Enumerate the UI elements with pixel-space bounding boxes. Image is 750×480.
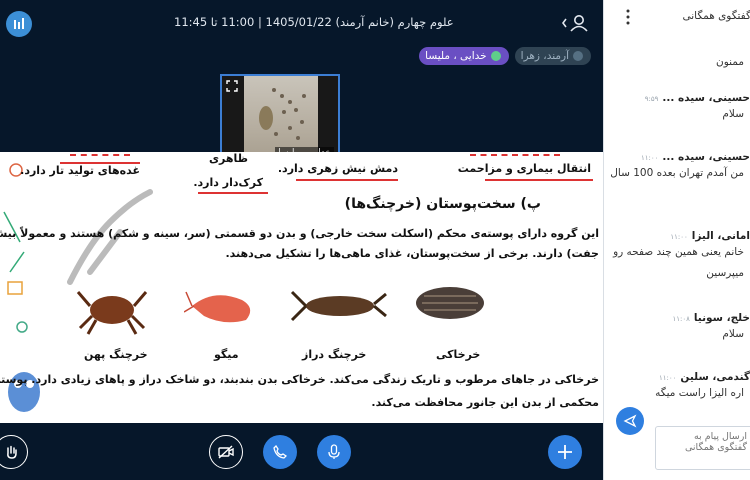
slide-paragraph: جفت) دارند. برخی از سخت‌پوستان، غذای ماه… — [225, 247, 600, 260]
chat-panel: گفتگوی همگانی ممنون حسینی، سیده ...۹:۵۹ … — [603, 0, 750, 480]
animal-caption: خرچنگ دراز — [302, 348, 367, 361]
avatar — [617, 371, 627, 381]
crab-image — [76, 291, 148, 335]
message-time: ۱۱:۰۰ — [670, 233, 688, 241]
message-text: اره الیزا راست میگه — [655, 387, 744, 399]
microphone-button[interactable] — [317, 435, 351, 469]
slide-paragraph: خرخاکی در جاهای مرطوب و تاریک زندگی می‌ک… — [0, 373, 599, 386]
message-text: ممنون — [716, 56, 744, 68]
annotation-underline — [198, 192, 268, 194]
participant-name: خدایی ، ملیسا — [425, 50, 487, 62]
app-menu-button[interactable] — [6, 11, 32, 37]
woodlouse-image — [416, 287, 484, 319]
message-time: ۱۱:۰۰ — [659, 374, 677, 382]
slide-paragraph: محکمی از بدن این جانور محافظت می‌کند. — [371, 396, 599, 409]
chat-message: ممنون — [603, 52, 750, 73]
animal-caption: خرچنگ پهن — [84, 348, 148, 361]
participant-pill-talking[interactable]: خدایی ، ملیسا — [419, 47, 509, 65]
avatar — [617, 151, 627, 161]
participant-pill-muted[interactable]: آرمند، زهرا — [514, 47, 591, 65]
talking-indicators: خدایی ، ملیسا آرمند، زهرا — [419, 47, 591, 65]
message-text: سلام — [722, 108, 744, 120]
sender-name: حسینی، سیده ... — [662, 92, 750, 104]
message-time: ۹:۵۹ — [644, 95, 659, 103]
crayfish-image — [290, 290, 387, 322]
message-time: ۱۱:۰۸ — [672, 315, 690, 323]
phone-icon — [273, 445, 287, 459]
sender-name: امانی، الیزا — [691, 230, 750, 242]
slide-item: ظاهری — [208, 152, 248, 165]
camera-off-icon — [218, 445, 234, 459]
message-time: ۱۱:۰۰ — [641, 154, 659, 162]
sender-name: خلج، سونیا — [693, 312, 750, 324]
message-text: من آمدم تهران بعده 100 سال — [610, 167, 744, 179]
slide-heading: پ) سخت‌پوستان (خرچنگ‌ها) — [344, 196, 541, 212]
annotation-underline — [296, 179, 398, 181]
conference-main: علوم چهارم (خانم آرمند) 1405/01/22 | 11:… — [0, 0, 603, 480]
slide-item: انتقال بیماری و مزاحمت — [457, 162, 591, 175]
slide-divider — [470, 154, 560, 156]
sender-name: حسینی، سیده ... — [662, 151, 750, 163]
meeting-title: علوم چهارم (خانم آرمند) 1405/01/22 | 11:… — [174, 15, 454, 29]
chat-message: خلج، سونیا۱۱:۰۸ سلام — [603, 312, 750, 345]
app-root: علوم چهارم (خانم آرمند) 1405/01/22 | 11:… — [0, 0, 750, 480]
annotation-underline — [60, 162, 140, 164]
plus-icon — [558, 445, 572, 459]
expand-icon[interactable] — [226, 80, 238, 92]
chat-message: امانی، الیزا۱۱:۰۰ خانم یعنی همین چند صفح… — [603, 230, 750, 284]
shrimp-image — [184, 291, 251, 323]
animal-caption: میگو — [214, 348, 239, 361]
message-text: خانم یعنی همین چند صفحه رو میپرسین — [613, 246, 744, 279]
audio-phone-button[interactable] — [263, 435, 297, 469]
raise-hand-button[interactable] — [0, 435, 28, 469]
bars-icon — [14, 18, 24, 29]
message-text: سلام — [722, 328, 744, 340]
chat-message: حسینی، سیده ...۹:۵۹ سلام — [603, 92, 750, 125]
top-bar: علوم چهارم (خانم آرمند) 1405/01/22 | 11:… — [0, 0, 603, 46]
avatar — [617, 312, 627, 322]
slide-item: کرک‌دار دارد. — [193, 176, 263, 189]
mic-off-icon — [573, 51, 583, 61]
chat-header: گفتگوی همگانی — [604, 0, 750, 36]
slide-item: غده‌های تولید تار دارد. — [20, 164, 140, 177]
avatar — [617, 92, 627, 102]
control-bar — [0, 423, 603, 480]
user-list-toggle-icon[interactable] — [562, 13, 590, 33]
camera-toggle-button[interactable] — [209, 435, 243, 469]
hand-icon — [7, 445, 17, 459]
send-icon — [623, 414, 637, 428]
webcam-thumbnail[interactable]: خدایی ، ملیسا — [220, 74, 340, 163]
slide-item: دمش نیش زهری دارد. — [277, 162, 398, 175]
annotation-underline — [485, 179, 593, 181]
slide-divider — [70, 154, 130, 156]
chat-message-textarea[interactable] — [656, 427, 750, 469]
send-message-button[interactable] — [616, 407, 644, 435]
presentation-slide: انتقال بیماری و مزاحمت دمش نیش زهری دارد… — [0, 152, 603, 423]
more-options-icon[interactable] — [626, 9, 630, 25]
chat-title: گفتگوی همگانی — [682, 10, 750, 22]
chat-message: حسینی، سیده ...۱۱:۰۰ من آمدم تهران بعده … — [603, 151, 750, 184]
mic-on-icon — [490, 51, 501, 61]
microphone-icon — [328, 444, 340, 459]
avatar — [617, 230, 627, 240]
participant-name: آرمند، زهرا — [520, 50, 569, 62]
sender-name: گندمی، سلین — [680, 371, 750, 383]
animal-caption: خرخاکی — [436, 348, 481, 361]
actions-button[interactable] — [548, 435, 582, 469]
chat-message-input[interactable] — [655, 426, 750, 470]
slide-paragraph: این گروه دارای پوسته‌ی محکم (اسکلت سخت خ… — [0, 227, 599, 240]
chat-message: گندمی، سلین۱۱:۰۰ اره الیزا راست میگه — [603, 371, 750, 404]
